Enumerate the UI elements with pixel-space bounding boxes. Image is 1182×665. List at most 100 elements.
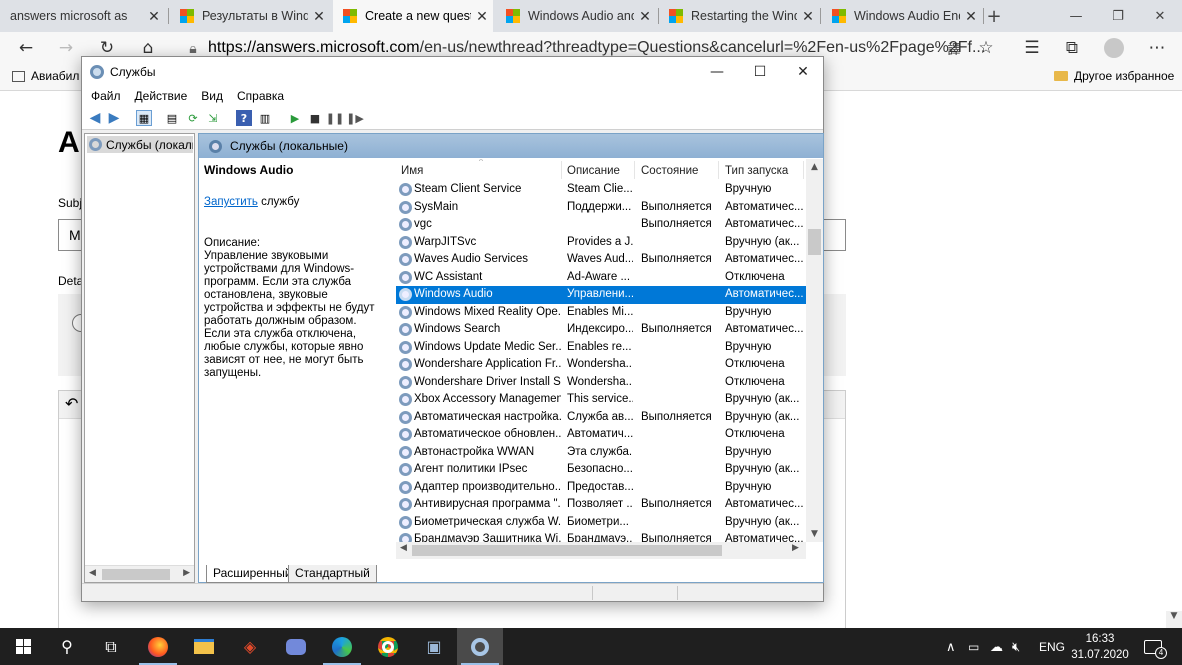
restart-service-icon[interactable]: ❚▶ [346,110,364,126]
service-description: Steam Clie... [567,183,633,195]
service-row[interactable]: Автоматическая настройка... Служба ав... В… [396,409,806,427]
close-icon[interactable]: ✕ [143,8,165,25]
close-icon[interactable]: ✕ [471,8,493,25]
start-service-link[interactable]: Запустить [204,196,258,208]
close-window-icon[interactable]: ✕ [1138,0,1182,32]
computer-management-icon[interactable]: ▣ [411,628,457,665]
service-description: Enables Mi... [567,305,633,318]
firefox-icon[interactable] [135,628,181,665]
tab-restarting[interactable]: Restarting the Windc ✕ [659,0,819,32]
edge-icon[interactable] [319,628,365,665]
tab-standard[interactable]: Стандартный [288,565,377,583]
onedrive-icon[interactable]: ☁ [990,628,1003,665]
language-indicator[interactable]: ENG [1039,628,1065,665]
service-row[interactable]: Wondershare Application Fr... Wondersha..… [396,356,806,374]
column-state[interactable]: Состояние [641,165,698,177]
network-icon[interactable]: ▭ [968,628,979,665]
forward-icon[interactable]: ▶ [106,110,122,126]
service-row[interactable]: Автоматическое обновлен... Автоматич... От… [396,426,806,444]
service-row[interactable]: Windows Search Индексиро... Выполняется Авт… [396,321,806,339]
service-row[interactable]: SysMain Поддержи... Выполняется Автоматичес… [396,199,806,217]
lock-icon: 🔒︎ [189,39,197,56]
notifications-icon[interactable]: 4 [1144,628,1167,665]
console-tree-icon[interactable]: ▦ [136,110,152,126]
back-icon[interactable]: ◀ [87,110,103,126]
properties-icon[interactable]: ▤ [164,110,180,126]
service-row[interactable]: Waves Audio Services Waves Aud... Выполняе… [396,251,806,269]
close-icon[interactable]: ✕ [308,8,330,25]
windows-start-icon[interactable] [0,628,46,665]
help-icon[interactable]: ? [236,110,252,126]
avatar[interactable] [1100,36,1128,60]
discord-icon[interactable] [273,628,319,665]
refresh-icon[interactable]: ⟳ [185,110,201,126]
service-row[interactable]: Автонастройка WWAN Эта служба... Вручную [396,444,806,462]
collections-icon[interactable]: ⧉ [1058,36,1086,60]
volume-muted-icon[interactable]: 🔇︎ [1012,628,1020,665]
service-row[interactable]: Windows Mixed Reality Ope... Enables Mi..… [396,304,806,322]
back-arrow-icon[interactable]: ← [12,36,40,60]
tab-windows-audio-end[interactable]: Windows Audio End ✕ [822,0,982,32]
minimize-icon[interactable]: — [1054,0,1098,32]
task-view-icon[interactable]: ⧉ [88,628,134,665]
favorite-item[interactable]: Авиабил [12,69,79,83]
search-icon[interactable]: ⚲ [44,628,90,665]
show-hidden-icons[interactable]: ∧ [946,628,956,665]
service-row[interactable]: Антивирусная программа "... Позволяет ...… [396,496,806,514]
service-row[interactable]: Windows Update Medic Ser... Enables re...… [396,339,806,357]
service-name: Автонастройка WWAN [414,445,535,458]
translate-icon[interactable]: 譯 [940,36,968,60]
minimize-icon[interactable]: — [695,57,739,86]
tab-create-question[interactable]: Create a new questic ✕ [333,0,493,32]
service-row[interactable]: Xbox Accessory Managemen... This service.… [396,391,806,409]
tab-extended[interactable]: Расширенный [206,565,299,583]
service-row[interactable]: Адаптер производительно... Предостав... Вр… [396,479,806,497]
service-gear-icon [399,200,412,214]
column-startup-type[interactable]: Тип запуска [725,165,788,177]
file-explorer-icon[interactable] [181,628,227,665]
favorites-icon[interactable]: ☰ [1018,36,1046,60]
start-service-icon[interactable]: ▶ [287,110,303,126]
horizontal-scrollbar[interactable]: ◀ ▶ [396,542,806,559]
close-icon[interactable]: ✕ [797,8,819,25]
tab-windows-audio[interactable]: Windows Audio and ✕ [496,0,656,32]
view-icon[interactable]: ▥ [257,110,273,126]
service-row[interactable]: Биометрическая служба W... Биометри... Вру… [396,514,806,532]
undo-icon[interactable]: ↶ [65,394,78,413]
close-icon[interactable]: ✕ [634,8,656,25]
column-name[interactable]: Имя [401,165,423,177]
clock[interactable]: 16:33 31.07.2020 [1066,631,1134,663]
other-favorites[interactable]: Другое избранное [1054,69,1174,83]
menu-view[interactable]: Вид [194,89,230,103]
new-tab-button[interactable]: + [972,0,1016,32]
menu-action[interactable]: Действие [128,89,195,103]
service-row[interactable]: WC Assistant Ad-Aware ... Отключена [396,269,806,287]
column-description[interactable]: Описание [567,165,620,177]
service-row[interactable]: WarpJITSvc Provides a J... Вручную (ак... [396,234,806,252]
export-icon[interactable]: ⇲ [205,110,221,126]
service-row[interactable]: vgc Выполняется Автоматичес... [396,216,806,234]
chrome-icon[interactable] [365,628,411,665]
menu-file[interactable]: Файл [82,89,128,103]
tab-answers-search[interactable]: answers microsoft as ✕ [0,0,165,32]
services-taskbar-icon[interactable] [457,628,503,665]
page-scroll-down-icon[interactable]: ▼ [1166,611,1182,628]
maximize-icon[interactable]: ☐ [738,57,782,86]
restore-icon[interactable]: ❐ [1096,0,1140,32]
service-row[interactable]: Steam Client Service Steam Clie... Вручную [396,181,806,199]
menu-help[interactable]: Справка [230,89,291,103]
close-icon[interactable]: ✕ [781,57,825,86]
service-row[interactable]: Windows Audio Управлени... Автоматичес... [396,286,806,304]
tree-node-services-local[interactable]: Службы (локальн [87,136,193,153]
service-row[interactable]: Wondershare Driver Install S... Wondersha… [396,374,806,392]
stop-service-icon[interactable]: ■ [307,110,323,126]
forward-arrow-icon[interactable]: → [52,36,80,60]
tab-results[interactable]: Результаты в Windo ✕ [170,0,330,32]
service-row[interactable]: Агент политики IPsec Безопасно... Вручную … [396,461,806,479]
star-icon[interactable]: ☆ [972,36,1000,60]
more-icon[interactable]: ⋯ [1143,36,1171,60]
app-icon[interactable]: ◈ [227,628,273,665]
pause-service-icon[interactable]: ❚❚ [326,110,344,126]
vertical-scrollbar[interactable]: ▲ ▼ [806,159,823,542]
tree-horizontal-scrollbar[interactable]: ◀ ▶ [85,565,194,582]
